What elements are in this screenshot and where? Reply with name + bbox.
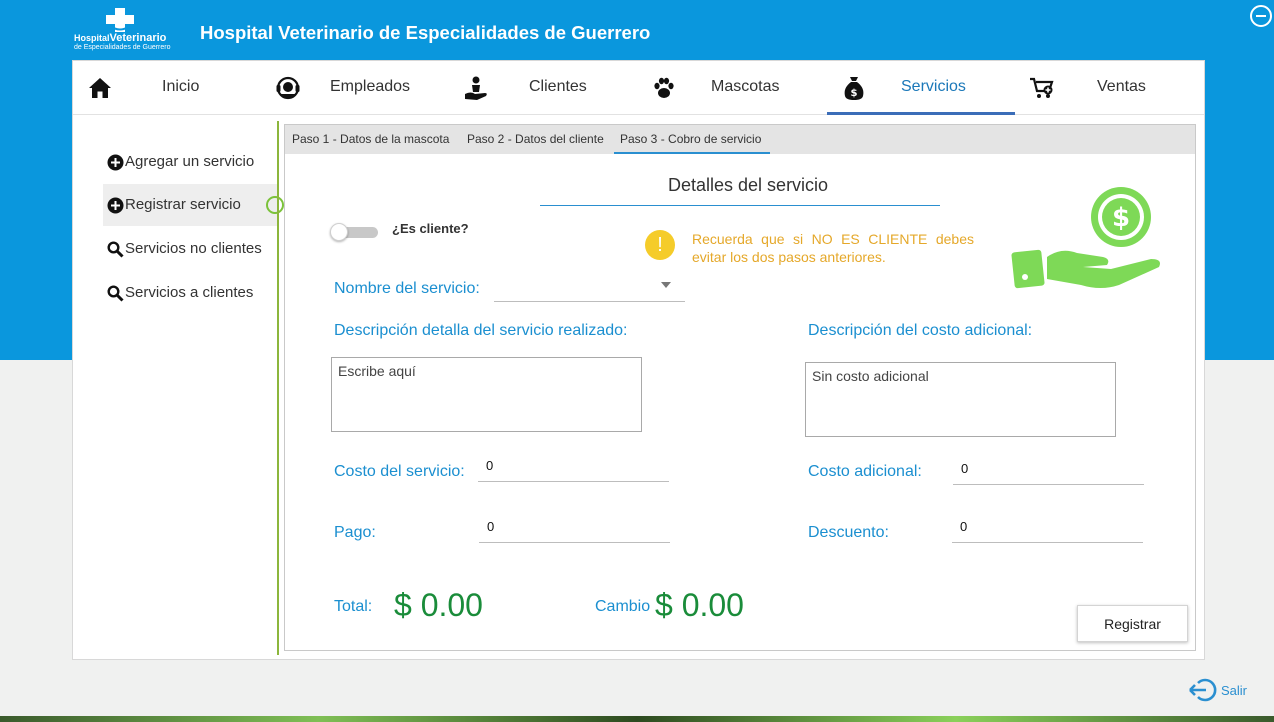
sidebar-item-servicios-no-clientes[interactable]: Servicios no clientes: [103, 228, 278, 270]
logo-text-line1: HospitalVeterinario: [74, 32, 167, 44]
nav-item-clientes[interactable]: Clientes: [449, 61, 637, 115]
extra-cost-label: Costo adicional:: [808, 463, 922, 480]
service-cost-label: Costo del servicio:: [334, 463, 465, 480]
svg-text:$: $: [851, 88, 858, 99]
change-label: Cambio: [595, 598, 651, 615]
chevron-down-icon: [661, 282, 671, 288]
is-client-label: ¿Es cliente?: [392, 221, 469, 236]
payment-input[interactable]: 0: [479, 513, 670, 543]
section-title: Detalles del servicio: [668, 175, 829, 195]
search-icon: [107, 285, 124, 302]
exit-label: Salir: [1221, 683, 1248, 698]
exit-button[interactable]: Salir: [1188, 677, 1258, 703]
hospital-logo: HospitalVeterinario de Especialidades de…: [74, 6, 172, 52]
sidebar-item-label: Registrar servicio: [125, 196, 241, 213]
register-button[interactable]: Registrar: [1077, 605, 1188, 642]
client-hand-icon: [465, 76, 487, 100]
app-title: Hospital Veterinario de Especialidades d…: [200, 22, 651, 43]
tab-paso-1[interactable]: Paso 1 - Datos de la mascota: [292, 125, 449, 154]
tab-paso-3[interactable]: Paso 3 - Cobro de servicio: [613, 125, 771, 154]
logout-icon: [1189, 678, 1217, 702]
tab-paso-2[interactable]: Paso 2 - Datos del cliente: [467, 125, 604, 154]
sidebar: Agregar un servicio Registrar servicio S…: [73, 117, 284, 657]
sidebar-item-label: Servicios a clientes: [125, 284, 254, 301]
cart-add-icon: [1030, 77, 1054, 98]
sidebar-item-servicios-a-clientes[interactable]: Servicios a clientes: [103, 272, 278, 314]
background-grass-strip: [0, 716, 1274, 722]
nav-item-servicios[interactable]: $ Servicios: [827, 61, 1015, 115]
nav-label-ventas: Ventas: [1097, 78, 1146, 95]
service-form-panel: Paso 1 - Datos de la mascota Paso 2 - Da…: [284, 124, 1196, 651]
sidebar-item-label: Servicios no clientes: [125, 240, 262, 257]
nav-label-empleados: Empleados: [330, 78, 411, 95]
nav-label-mascotas: Mascotas: [711, 78, 780, 95]
nav-item-empleados[interactable]: Empleados: [261, 61, 449, 115]
is-client-toggle[interactable]: [330, 223, 378, 241]
change-value: $ 0.00: [655, 587, 744, 623]
discount-input[interactable]: 0: [952, 513, 1143, 543]
nav-item-inicio[interactable]: Inicio: [73, 61, 261, 115]
sidebar-item-label: Agregar un servicio: [125, 153, 255, 170]
plus-circle-icon: [107, 154, 124, 171]
nav-item-mascotas[interactable]: Mascotas: [637, 61, 825, 115]
section-title-underline: [540, 205, 940, 206]
service-name-label: Nombre del servicio:: [334, 280, 480, 297]
svg-text:$: $: [1112, 203, 1130, 233]
money-hand-icon: $: [1011, 187, 1160, 289]
extra-cost-input[interactable]: 0: [953, 455, 1144, 485]
search-icon: [107, 241, 124, 258]
active-indicator-icon: [266, 196, 284, 214]
description-textarea[interactable]: Escribe aquí: [331, 357, 642, 432]
paw-icon: [654, 77, 674, 98]
sidebar-item-agregar-servicio[interactable]: Agregar un servicio: [103, 141, 278, 183]
nav-label-servicios: Servicios: [901, 78, 966, 95]
warning-message: Recuerda que si NO ES CLIENTE debes evit…: [692, 231, 974, 265]
total-label: Total:: [334, 598, 373, 615]
nav-item-ventas[interactable]: Ventas: [1015, 61, 1203, 115]
headset-user-icon: [276, 76, 300, 100]
medical-cross-icon: [106, 8, 134, 32]
service-name-select[interactable]: [494, 274, 685, 302]
money-bag-icon: $: [844, 77, 864, 100]
service-cost-input[interactable]: 0: [478, 452, 669, 482]
discount-label: Descuento:: [808, 524, 889, 541]
top-nav: Inicio Empleados Clientes Mascotas $ Ser…: [73, 61, 1204, 115]
plus-circle-icon: [107, 197, 124, 214]
nav-label-clientes: Clientes: [529, 78, 587, 95]
extra-cost-description-textarea[interactable]: Sin costo adicional: [805, 362, 1116, 437]
sidebar-divider: [277, 121, 279, 655]
description-label: Descripción detalla del servicio realiza…: [334, 322, 628, 339]
step-tabs: Paso 1 - Datos de la mascota Paso 2 - Da…: [285, 125, 1195, 154]
total-value: $ 0.00: [394, 587, 483, 623]
warning-icon: !: [645, 230, 675, 260]
minimize-button[interactable]: [1250, 5, 1272, 27]
extra-cost-description-label: Descripción del costo adicional:: [808, 322, 1033, 339]
main-card: Inicio Empleados Clientes Mascotas $ Ser…: [72, 60, 1205, 660]
toggle-knob: [330, 223, 348, 241]
nav-label-inicio: Inicio: [162, 78, 200, 95]
payment-label: Pago:: [334, 524, 376, 541]
home-icon: [89, 78, 111, 98]
logo-text-line2: de Especialidades de Guerrero: [74, 44, 171, 51]
sidebar-item-registrar-servicio[interactable]: Registrar servicio: [103, 184, 284, 226]
